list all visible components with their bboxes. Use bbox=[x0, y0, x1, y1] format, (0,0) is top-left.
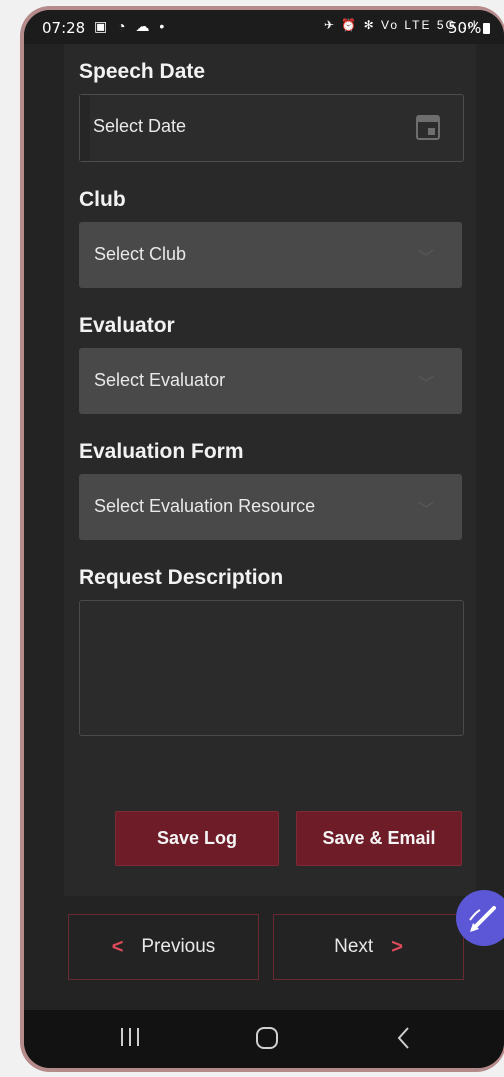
system-nav-bar bbox=[24, 1010, 504, 1068]
evaluator-placeholder: Select Evaluator bbox=[94, 370, 226, 390]
request-description-input[interactable] bbox=[79, 600, 464, 736]
calendar-icon[interactable] bbox=[415, 113, 441, 141]
back-icon[interactable] bbox=[396, 1026, 412, 1050]
save-log-button[interactable]: Save Log bbox=[115, 811, 279, 866]
next-button[interactable]: Next > bbox=[273, 914, 464, 980]
battery-percent: 50% bbox=[448, 19, 482, 37]
date-field-edge bbox=[80, 95, 90, 161]
evaluator-select[interactable]: Select Evaluator ﹀ bbox=[79, 348, 462, 414]
pencil-icon bbox=[469, 906, 496, 932]
status-bar: 07:28 ▣ ◔ ☁ • ✈ ⏰ ✻ Vo LTE 5G .ıl 50% bbox=[24, 10, 504, 44]
evaluation-form-label: Evaluation Form bbox=[79, 440, 244, 463]
next-label: Next bbox=[334, 936, 374, 957]
battery-indicator: 50% bbox=[448, 19, 491, 37]
club-label: Club bbox=[79, 188, 126, 211]
chevron-down-icon: ﹀ bbox=[417, 250, 434, 267]
save-email-button[interactable]: Save & Email bbox=[296, 811, 462, 866]
chevron-down-icon: ﹀ bbox=[417, 376, 434, 393]
speech-date-placeholder: Select Date bbox=[93, 116, 187, 136]
evaluation-form-select[interactable]: Select Evaluation Resource ﹀ bbox=[79, 474, 462, 540]
evaluator-label: Evaluator bbox=[79, 314, 175, 337]
previous-button[interactable]: < Previous bbox=[68, 914, 259, 980]
app-screen: 07:28 ▣ ◔ ☁ • ✈ ⏰ ✻ Vo LTE 5G .ıl 50% Sp… bbox=[24, 10, 504, 1068]
club-select[interactable]: Select Club ﹀ bbox=[79, 222, 462, 288]
form-container: Speech Date Select Date Club Select Club… bbox=[64, 44, 476, 896]
battery-icon bbox=[483, 23, 491, 34]
speech-date-label: Speech Date bbox=[79, 60, 206, 83]
chevron-left-icon: < bbox=[111, 935, 124, 958]
chevron-down-icon: ﹀ bbox=[417, 502, 434, 519]
status-time: 07:28 bbox=[42, 19, 86, 37]
request-description-label: Request Description bbox=[79, 566, 284, 589]
chevron-right-icon: > bbox=[391, 935, 403, 958]
notification-icons: ▣ ◔ ☁ • bbox=[94, 18, 168, 34]
home-icon[interactable] bbox=[255, 1026, 279, 1050]
evaluation-form-placeholder: Select Evaluation Resource bbox=[94, 496, 316, 516]
speech-date-field[interactable]: Select Date bbox=[79, 94, 464, 162]
edit-fab-button[interactable] bbox=[456, 890, 504, 946]
previous-label: Previous bbox=[141, 936, 216, 957]
club-placeholder: Select Club bbox=[94, 244, 187, 264]
recent-apps-icon[interactable] bbox=[120, 1026, 140, 1048]
